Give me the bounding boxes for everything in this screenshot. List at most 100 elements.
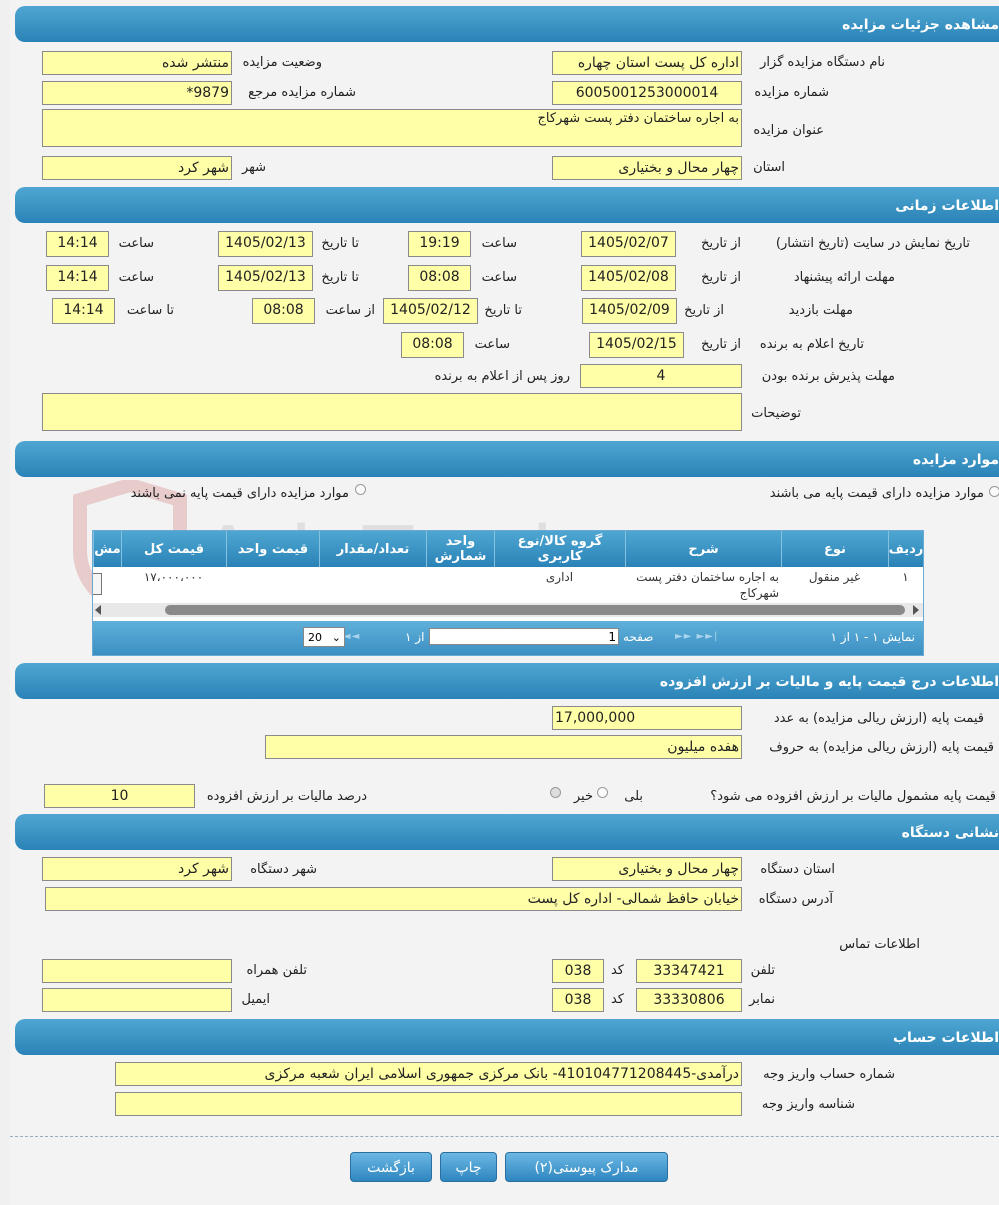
col-total[interactable]: قیمت کل [121,531,226,567]
attachments-button[interactable]: مدارک پیوستی(۲) [505,1152,668,1182]
vat-no-label: خیر [573,789,593,804]
visit-from-field: 1405/02/09 [582,298,677,324]
fax-code-field: 038 [552,988,604,1012]
visit-to-time-field: 14:14 [52,298,115,324]
radio-no-base-price-label: موارد مزایده دارای قیمت پایه نمی باشند [130,486,349,501]
vat-percent-field: 10 [44,784,195,808]
offer-from-field: 1405/02/08 [581,265,676,291]
cell-index: ۱ [902,570,909,584]
col-unit[interactable]: واحد شمارش [426,531,494,567]
cell-type: غیر منقول [808,570,861,584]
phone-code-label: کد [610,963,624,978]
accept-days-field: 4 [580,364,742,388]
fax-label: نمابر [749,992,775,1007]
display-from-hour-label: ساعت [481,236,517,251]
base-price-num-label: قیمت پایه (ارزش ریالی مزایده) به عدد [773,711,984,726]
org-address-field: خیابان حافظ شمالی- اداره کل پست [45,887,742,911]
col-desc[interactable]: شرح [625,531,781,567]
base-price-text-field: هفده میلیون [265,735,742,759]
grid-pager: نمایش ۱ - ۱ از ۱ |◄◄ ◄◄ ►► ►►| صفحه 1 از… [93,621,923,655]
offer-to-label: تا تاریخ [321,270,359,285]
display-from-field: 1405/02/07 [581,231,676,257]
pager-size-value: 20 [308,631,322,644]
org-field: اداره کل پست استان چهاره [552,51,742,75]
phone-label: تلفن [750,963,775,978]
city-label: شهر [241,160,266,175]
status-field: منتشر شده [42,51,232,75]
display-from-time-field: 19:19 [408,231,471,257]
pager-page-input[interactable]: 1 [429,628,619,645]
pager-size-select[interactable]: 20 ⌄ [303,627,345,647]
pager-showing: نمایش ۱ - ۱ از ۱ [830,630,915,644]
announce-hour-label: ساعت [474,337,510,352]
announce-from-label: از تاریخ [701,337,741,352]
col-extra[interactable]: مش [93,531,121,567]
account-number-label: شماره حساب واریز وجه [763,1067,895,1082]
fax-code-label: کد [610,992,624,1007]
email-field [42,988,232,1012]
scroll-thumb[interactable] [165,605,905,615]
radio-has-base-price[interactable] [989,486,999,497]
vat-yes-label: بلی [624,789,643,804]
visit-to-label: تا تاریخ [484,303,522,318]
number-field: 6005001253000014 [552,81,742,105]
section-header-address: نشانی دستگاه [15,814,999,850]
col-type[interactable]: نوع [781,531,888,567]
col-index[interactable]: ردیف [888,531,923,567]
number-label: شماره مزایده [754,85,829,100]
offer-from-hour-label: ساعت [481,270,517,285]
offer-to-field: 1405/02/13 [218,265,313,291]
row-action-button[interactable] [93,573,102,595]
visit-to-field: 1405/02/12 [383,298,478,324]
cell-group: اداری [545,570,574,584]
display-to-time-field: 14:14 [46,231,109,257]
account-number-field: درآمدی-410104771208445- بانک مرکزی جمهور… [115,1062,742,1086]
col-unit-price[interactable]: قیمت واحد [226,531,319,567]
visit-to-hour-label: تا ساعت [126,303,174,318]
base-price-text-label: قیمت پایه (ارزش ریالی مزایده) به حروف [769,740,994,755]
ref-number-field: 9879* [42,81,232,105]
section-header-details: مشاهده جزئیات مزایده [15,6,999,42]
section-header-account: اطلاعات حساب [15,1019,999,1055]
items-grid: ردیف نوع شرح گروه کالا/نوع کاربری واحد ش… [92,530,924,656]
radio-vat-no[interactable] [550,787,561,798]
mobile-field [42,959,232,983]
section-header-pricing: اطلاعات درج قیمت پایه و مالیات بر ارزش ا… [15,663,999,699]
display-to-label: تا تاریخ [321,236,359,251]
cell-desc: به اجاره ساختمان دفتر پست شهرکاج [636,570,779,600]
radio-vat-yes[interactable] [597,787,608,798]
pager-next-last-icons[interactable]: ►► ►►| [675,631,718,642]
back-button[interactable]: بازگشت [350,1152,432,1182]
pager-of-label: از ۱ [405,630,425,644]
col-qty[interactable]: تعداد/مقدار [319,531,426,567]
print-button[interactable]: چاپ [440,1152,497,1182]
org-address-label: آدرس دستگاه [758,892,833,907]
offer-deadline-label: مهلت ارائه پیشنهاد [793,270,895,285]
ref-number-label: شماره مزایده مرجع [248,85,356,100]
visit-from-time-field: 08:08 [252,298,315,324]
radio-has-base-price-label: موارد مزایده دارای قیمت پایه می باشند [769,486,984,501]
title-field: به اجاره ساختمان دفتر پست شهرکاج [42,109,742,147]
footer-divider [10,1136,999,1137]
offer-from-time-field: 08:08 [408,265,471,291]
display-to-hour-label: ساعت [118,236,154,251]
display-from-label: از تاریخ [701,236,741,251]
horizontal-scrollbar[interactable] [93,603,923,617]
display-date-label: تاریخ نمایش در سایت (تاریخ انتشار) [775,236,970,251]
scroll-left-icon[interactable] [95,605,101,615]
offer-from-label: از تاریخ [701,270,741,285]
phone-field: 33347421 [636,959,742,983]
status-label: وضعیت مزایده [242,55,322,70]
payment-id-field [115,1092,742,1116]
notes-field [42,393,742,431]
pager-page-label: صفحه [623,630,654,644]
visit-deadline-label: مهلت بازدید [788,303,853,318]
phone-code-field: 038 [552,959,604,983]
col-group[interactable]: گروه کالا/نوع کاربری [494,531,625,567]
org-city-field: شهر کرد [42,857,232,881]
radio-no-base-price[interactable] [355,484,366,495]
base-price-num-field: 17,000,000 [552,706,742,730]
scroll-right-icon[interactable] [913,605,919,615]
org-province-field: چهار محال و بختیاری [552,857,742,881]
accept-deadline-label: مهلت پذیرش برنده بودن [761,369,895,384]
